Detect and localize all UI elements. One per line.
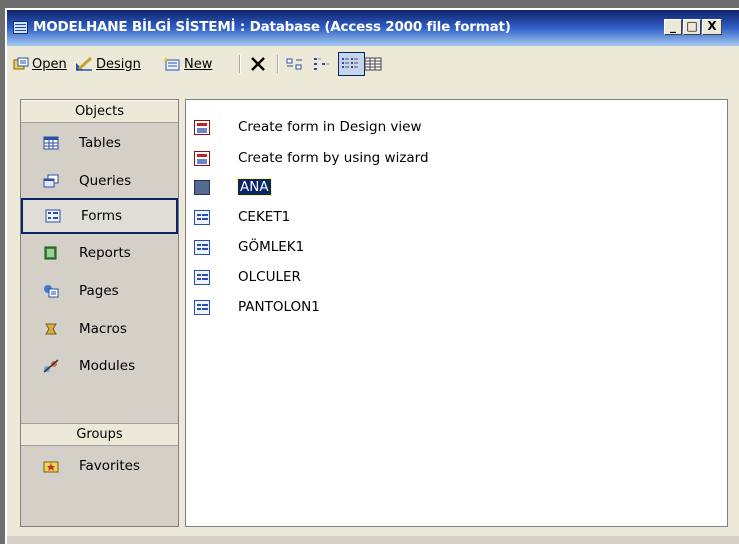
large-icons-icon <box>286 57 304 71</box>
form-icon <box>194 269 210 285</box>
window-bottom-edge <box>7 536 739 544</box>
minimize-button[interactable]: _ <box>664 19 682 35</box>
page-icon <box>43 284 59 298</box>
form-icon <box>194 239 210 255</box>
details-view-icon <box>364 57 382 71</box>
sidebar-item-label: Pages <box>79 283 119 299</box>
small-icons-button[interactable] <box>313 54 334 74</box>
sidebar-item-reports[interactable]: Reports <box>21 235 178 271</box>
sidebar-item-label: Forms <box>81 208 123 224</box>
large-icons-button[interactable] <box>286 54 307 74</box>
table-icon <box>43 136 59 150</box>
open-button[interactable]: Open <box>13 54 67 74</box>
toolbar: Open Design New <box>7 46 739 82</box>
list-item-label: Create form in Design view <box>238 119 422 135</box>
form-icon <box>194 209 210 225</box>
form-wizard-icon <box>194 150 210 166</box>
delete-icon <box>250 56 266 72</box>
toolbar-separator <box>239 55 241 73</box>
groups-header[interactable]: Groups <box>21 423 178 446</box>
details-view-button[interactable] <box>364 54 385 74</box>
new-label: New <box>184 56 213 72</box>
sidebar-item-tables[interactable]: Tables <box>21 125 178 161</box>
form-icon <box>45 209 61 223</box>
close-button[interactable]: X <box>702 19 722 35</box>
list-view-icon <box>341 57 359 71</box>
open-icon <box>13 57 29 71</box>
sidebar-item-label: Tables <box>79 135 121 151</box>
favorites-icon <box>43 459 59 473</box>
database-window: MODELHANE BİLGİ SİSTEMİ : Database (Acce… <box>5 8 739 544</box>
macro-icon <box>43 322 59 336</box>
new-button[interactable]: New <box>163 54 212 74</box>
sidebar-item-label: Favorites <box>79 458 140 474</box>
sidebar-item-queries[interactable]: Queries <box>21 163 178 199</box>
open-label: Open <box>32 56 67 72</box>
sidebar-item-modules[interactable]: Modules <box>21 348 178 384</box>
list-item-label: PANTOLON1 <box>238 299 320 315</box>
delete-button[interactable] <box>250 54 269 74</box>
new-icon <box>163 57 181 71</box>
small-icons-icon <box>313 57 331 71</box>
query-icon <box>43 174 59 188</box>
report-icon <box>43 246 59 260</box>
list-item-label: OLCULER <box>238 269 301 285</box>
toolbar-separator <box>277 55 279 73</box>
sidebar-item-label: Modules <box>79 358 136 374</box>
sidebar-item-label: Macros <box>79 321 127 337</box>
module-icon <box>43 359 59 373</box>
object-bar: Objects Tables Queries Forms Reports Pag… <box>20 99 179 527</box>
list-item-label: ANA <box>237 178 272 196</box>
title-bar[interactable]: MODELHANE BİLGİ SİSTEMİ : Database (Acce… <box>7 10 739 46</box>
list-item-label: CEKET1 <box>238 209 291 225</box>
list-view-button[interactable] <box>338 52 365 76</box>
sidebar-item-pages[interactable]: Pages <box>21 273 178 309</box>
sidebar-item-macros[interactable]: Macros <box>21 311 178 347</box>
database-icon <box>13 21 28 34</box>
list-item-label: GÖMLEK1 <box>238 239 305 255</box>
design-button[interactable]: Design <box>75 54 141 74</box>
design-label: Design <box>96 56 141 72</box>
sidebar-item-forms[interactable]: Forms <box>21 198 178 234</box>
form-icon <box>194 299 210 315</box>
sidebar-item-label: Queries <box>79 173 132 189</box>
sidebar-item-label: Reports <box>79 245 131 261</box>
form-icon <box>194 179 210 195</box>
sidebar-item-favorites[interactable]: Favorites <box>21 448 178 484</box>
objects-list: Create form in Design view Create form b… <box>185 99 728 527</box>
design-wizard-icon <box>194 119 210 135</box>
maximize-button[interactable]: □ <box>683 19 701 35</box>
objects-header[interactable]: Objects <box>21 100 178 123</box>
window-title: MODELHANE BİLGİ SİSTEMİ : Database (Acce… <box>33 19 511 35</box>
list-item-label: Create form by using wizard <box>238 150 429 166</box>
design-icon <box>75 56 93 71</box>
